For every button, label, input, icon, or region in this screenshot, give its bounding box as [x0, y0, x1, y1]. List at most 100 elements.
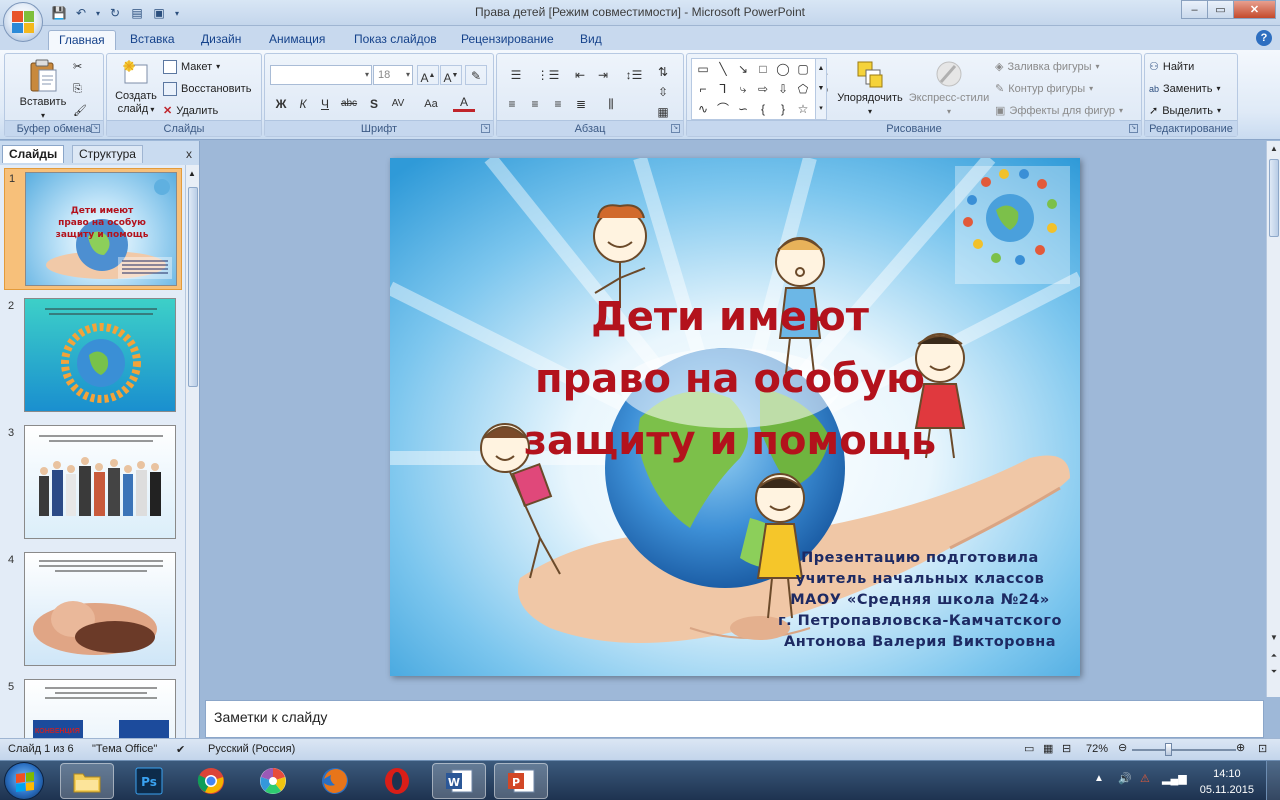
shadow-button[interactable]: S [363, 94, 385, 114]
italic-button[interactable]: К [292, 94, 314, 114]
next-slide-icon[interactable]: ⏷ [1269, 667, 1279, 677]
taskbar-opera[interactable] [370, 763, 424, 799]
down-arrow-shape-icon[interactable]: ⇩ [774, 80, 792, 98]
align-center-icon[interactable]: ≡ [524, 94, 546, 114]
slide-thumbnail-5[interactable]: 5 КОНВЕНЦИЯ [4, 677, 182, 738]
tab-slideshow[interactable]: Показ слайдов [344, 30, 447, 50]
maximize-button[interactable]: ▭ [1207, 0, 1234, 19]
taskbar-firefox[interactable] [308, 763, 362, 799]
slide-thumbnail-2[interactable]: 2 [4, 296, 182, 414]
grow-font-icon[interactable]: A▲ [417, 65, 439, 85]
text-direction-icon[interactable]: ⇅ [652, 62, 674, 82]
scroll-up-icon[interactable]: ▲ [1269, 144, 1279, 153]
paste-button[interactable]: Вставить ▾ [13, 58, 73, 122]
zoom-in-icon[interactable]: ⊕ [1236, 741, 1245, 754]
arrange-button[interactable]: Упорядочить ▾ [835, 58, 905, 118]
show-hidden-icons[interactable]: ▲ [1094, 773, 1104, 784]
taskbar-picasa[interactable] [246, 763, 300, 799]
shrink-font-icon[interactable]: A▼ [440, 65, 462, 85]
scroll-up-icon[interactable]: ▲ [188, 169, 196, 178]
left-brace-shape-icon[interactable]: { [754, 100, 772, 118]
network-warning-icon[interactable]: ⚠ [1140, 772, 1150, 785]
show-desktop-button[interactable] [1266, 761, 1280, 800]
line-spacing-icon[interactable]: ↕☰ [619, 65, 649, 85]
tab-slides[interactable]: Слайды [2, 145, 65, 163]
close-pane-icon[interactable]: x [186, 147, 192, 161]
layout-button[interactable]: Макет ▾ [163, 58, 220, 76]
curve-shape-icon[interactable]: ∽ [734, 100, 752, 118]
rounded-rect-shape-icon[interactable]: ▢ [794, 60, 812, 78]
star-shape-icon[interactable]: ☆ [794, 100, 812, 118]
slides-pane-scrollbar[interactable]: ▲ [185, 165, 199, 738]
current-slide[interactable]: Дети имеют право на особую защиту и помо… [390, 158, 1080, 676]
drawing-launcher-icon[interactable]: ↘ [1129, 124, 1138, 133]
right-brace-shape-icon[interactable]: } [774, 100, 792, 118]
line-shape-icon[interactable]: ╲ [714, 60, 732, 78]
zoom-slider-handle[interactable] [1165, 743, 1172, 756]
rectangle-shape-icon[interactable]: □ [754, 60, 772, 78]
start-button[interactable] [4, 762, 44, 800]
slide-thumbnail-3[interactable]: 3 [4, 423, 182, 541]
delete-slide-button[interactable]: ✕ Удалить [163, 102, 218, 120]
select-button[interactable]: ➚ Выделить ▾ [1149, 102, 1221, 120]
justify-icon[interactable]: ≣ [570, 94, 592, 114]
elbow-shape-icon[interactable]: ⅂ [714, 80, 732, 98]
scrollbar-thumb[interactable] [188, 187, 198, 387]
taskbar-word[interactable]: W [432, 763, 486, 799]
gallery-scroll[interactable]: ▲ ▼ ▾ [815, 58, 827, 120]
language-indicator[interactable]: Русский (Россия) [208, 743, 295, 755]
zoom-out-icon[interactable]: ⊖ [1118, 741, 1127, 754]
numbering-icon[interactable]: ⋮☰ [533, 65, 563, 85]
fit-slide-icon[interactable]: ⊡ [1258, 742, 1267, 755]
underline-button[interactable]: Ч [314, 94, 336, 114]
clear-format-icon[interactable]: ✎ [465, 65, 487, 85]
new-slide-button[interactable]: Создать слайд ▾ [109, 58, 163, 116]
find-button[interactable]: ⚇ Найти [1149, 58, 1194, 76]
theme-name[interactable]: "Тема Office" [92, 743, 157, 755]
strikethrough-button[interactable]: abc [338, 94, 360, 114]
slide-title[interactable]: Дети имеют право на особую защиту и помо… [430, 286, 1030, 472]
normal-view-icon[interactable]: ▭ [1024, 742, 1034, 755]
textbox-shape-icon[interactable]: ▭ [694, 60, 712, 78]
tab-outline[interactable]: Структура [72, 145, 143, 163]
editor-scrollbar[interactable]: ▲ ▼ ⏶ ⏷ [1266, 141, 1280, 697]
tab-design[interactable]: Дизайн [191, 30, 251, 50]
connector-shape-icon[interactable]: ⌐ [694, 80, 712, 98]
arrow-shape-icon[interactable]: ↘ [734, 60, 752, 78]
tab-home[interactable]: Главная [48, 30, 116, 50]
decrease-indent-icon[interactable]: ⇤ [569, 65, 591, 85]
pentagon-shape-icon[interactable]: ⬠ [794, 80, 812, 98]
oval-shape-icon[interactable]: ◯ [774, 60, 792, 78]
minimize-button[interactable]: – [1181, 0, 1208, 19]
taskbar-powerpoint[interactable]: P [494, 763, 548, 799]
bold-button[interactable]: Ж [270, 94, 292, 114]
change-case-button[interactable]: Aa [420, 94, 442, 114]
replace-button[interactable]: ab Заменить ▾ [1149, 80, 1220, 98]
align-text-icon[interactable]: ⇳ [652, 82, 674, 102]
arc-shape-icon[interactable]: ⌒ [714, 100, 732, 118]
shapes-gallery[interactable]: ▭ ╲ ↘ □ ◯ ▢ △ ⌐ ⅂ ⤷ ⇨ ⇩ ⬠ ◷ ∿ ⌒ ∽ { } ☆ [691, 58, 828, 120]
font-size-combo[interactable]: 18 ▾ [373, 65, 413, 85]
taskbar-chrome[interactable] [184, 763, 238, 799]
format-painter-button[interactable]: 🖌 [73, 102, 87, 120]
cut-button[interactable]: ✂ [73, 58, 82, 76]
volume-icon[interactable]: 🔊 [1118, 772, 1132, 785]
office-button[interactable] [3, 2, 43, 42]
scrollbar-thumb[interactable] [1269, 159, 1279, 237]
right-arrow-shape-icon[interactable]: ⇨ [754, 80, 772, 98]
signal-icon[interactable]: ▂▄▆ [1162, 772, 1187, 785]
paragraph-launcher-icon[interactable]: ↘ [671, 124, 680, 133]
slide-thumbnail-1[interactable]: 1 Дети имеют право на особую защиту и по… [4, 168, 182, 290]
columns-icon[interactable]: ⫼ [597, 94, 625, 114]
tab-insert[interactable]: Вставка [120, 30, 185, 50]
help-icon[interactable]: ? [1256, 30, 1272, 46]
squiggle-shape-icon[interactable]: ∿ [694, 100, 712, 118]
font-name-combo[interactable]: ▾ [270, 65, 372, 85]
tab-animation[interactable]: Анимация [259, 30, 335, 50]
font-color-button[interactable]: A [453, 94, 475, 112]
tab-review[interactable]: Рецензирование [451, 30, 564, 50]
close-button[interactable]: ✕ [1233, 0, 1276, 19]
slide-thumbnail-4[interactable]: 4 [4, 550, 182, 668]
bent-arrow-shape-icon[interactable]: ⤷ [734, 80, 752, 98]
zoom-level[interactable]: 72% [1086, 743, 1108, 755]
